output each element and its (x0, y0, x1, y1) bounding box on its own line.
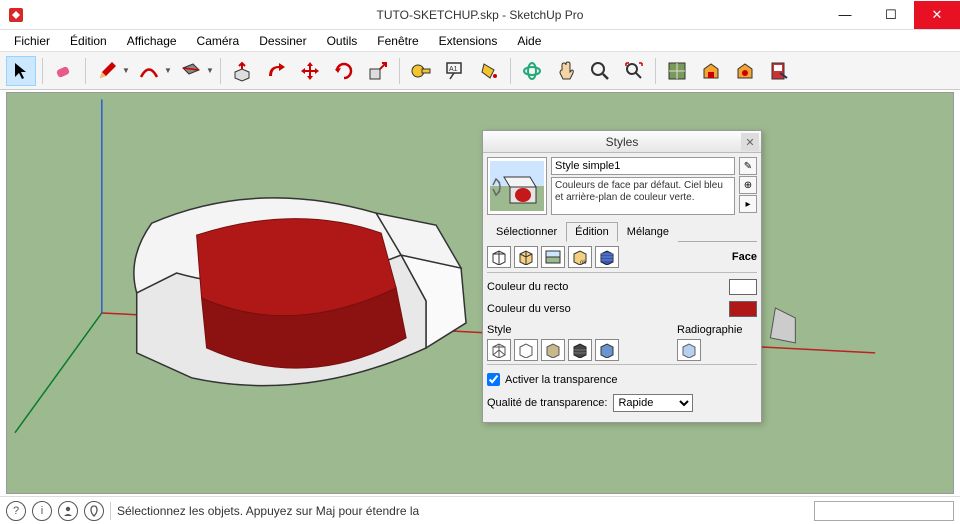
panel-title-text: Styles (606, 135, 639, 149)
menu-dessiner[interactable]: Dessiner (249, 32, 316, 50)
background-settings-button[interactable] (541, 246, 565, 268)
menu-affichage[interactable]: Affichage (117, 32, 187, 50)
eraser-tool[interactable] (49, 56, 79, 86)
back-color-swatch[interactable] (729, 301, 757, 317)
window-controls: — ☐ ✕ (822, 1, 960, 29)
status-bar: ? i Sélectionnez les objets. Appuyez sur… (0, 496, 960, 524)
pencil-dropdown[interactable]: ▼ (122, 57, 130, 85)
style-section-label: Style (487, 324, 673, 336)
menu-bar: Fichier Édition Affichage Caméra Dessine… (0, 30, 960, 52)
tab-melange[interactable]: Mélange (618, 222, 678, 242)
transparency-checkbox[interactable] (487, 373, 500, 386)
modeling-settings-button[interactable] (595, 246, 619, 268)
svg-text:ok: ok (580, 260, 587, 265)
menu-fenetre[interactable]: Fenêtre (367, 32, 428, 50)
toolbar-separator (655, 58, 656, 84)
menu-aide[interactable]: Aide (507, 32, 551, 50)
menu-camera[interactable]: Caméra (187, 32, 250, 50)
face-settings-button[interactable] (514, 246, 538, 268)
geo-icon[interactable] (84, 501, 104, 521)
follow-me-tool[interactable] (261, 56, 291, 86)
3d-viewport[interactable] (6, 92, 954, 494)
arc-dropdown[interactable]: ▼ (164, 57, 172, 85)
minimize-button[interactable]: — (822, 1, 868, 29)
radiography-label: Radiographie (677, 324, 757, 336)
info-icon[interactable]: i (32, 501, 52, 521)
menu-edition[interactable]: Édition (60, 32, 117, 50)
style-description[interactable]: Couleurs de face par défaut. Ciel bleu e… (551, 177, 735, 215)
display-hidden-line-button[interactable] (514, 339, 538, 361)
panel-divider (487, 364, 757, 365)
watermark-settings-button[interactable]: ok (568, 246, 592, 268)
orbit-tool[interactable] (517, 56, 547, 86)
paint-bucket-tool[interactable] (474, 56, 504, 86)
panel-close-button[interactable]: ✕ (741, 133, 759, 151)
style-name-input[interactable] (551, 157, 735, 175)
transparency-check-label: Activer la transparence (505, 374, 618, 386)
front-color-swatch[interactable] (729, 279, 757, 295)
tape-measure-tool[interactable] (406, 56, 436, 86)
panel-tabs: Sélectionner Édition Mélange (487, 221, 757, 242)
display-shaded-textures-button[interactable] (568, 339, 592, 361)
rectangle-dropdown[interactable]: ▼ (206, 57, 214, 85)
title-bar: TUTO-SKETCHUP.skp - SketchUp Pro — ☐ ✕ (0, 0, 960, 30)
user-icon[interactable] (58, 501, 78, 521)
toolbar-separator (85, 58, 86, 84)
quality-label: Qualité de transparence: (487, 397, 607, 409)
tab-edition[interactable]: Édition (566, 222, 618, 242)
move-tool[interactable] (295, 56, 325, 86)
style-update-button[interactable]: ✎ (739, 157, 757, 175)
tab-selectionner[interactable]: Sélectionner (487, 222, 566, 242)
select-tool[interactable] (6, 56, 36, 86)
rotate-tool[interactable] (329, 56, 359, 86)
push-pull-tool[interactable] (227, 56, 257, 86)
svg-text:A1: A1 (449, 66, 458, 73)
panel-body: Couleurs de face par défaut. Ciel bleu e… (483, 153, 761, 422)
toolbar-separator (399, 58, 400, 84)
edge-settings-button[interactable] (487, 246, 511, 268)
help-icon[interactable]: ? (6, 501, 26, 521)
panel-title-bar[interactable]: Styles ✕ (483, 131, 761, 153)
toolbar-separator (42, 58, 43, 84)
close-button[interactable]: ✕ (914, 1, 960, 29)
status-separator (110, 502, 111, 520)
display-monochrome-button[interactable] (595, 339, 619, 361)
arc-tool[interactable] (134, 56, 164, 86)
zoom-tool[interactable] (585, 56, 615, 86)
front-color-label: Couleur du recto (487, 281, 568, 293)
add-location-tool[interactable] (662, 56, 692, 86)
toolbar-separator (220, 58, 221, 84)
measurement-input[interactable] (814, 501, 954, 521)
window-title: TUTO-SKETCHUP.skp - SketchUp Pro (377, 8, 584, 22)
menu-extensions[interactable]: Extensions (429, 32, 508, 50)
3d-scene (7, 93, 953, 493)
pan-tool[interactable] (551, 56, 581, 86)
layout-tool[interactable] (764, 56, 794, 86)
main-toolbar: ▼ ▼ ▼ A1 (0, 52, 960, 90)
styles-panel[interactable]: Styles ✕ Couleurs de face par défaut. Ci… (482, 130, 762, 423)
zoom-extents-tool[interactable] (619, 56, 649, 86)
style-create-button[interactable]: ⊕ (739, 176, 757, 194)
back-color-label: Couleur du verso (487, 303, 571, 315)
panel-divider (487, 272, 757, 273)
text-tool[interactable]: A1 (440, 56, 470, 86)
xray-button[interactable] (677, 339, 701, 361)
quality-select[interactable]: Rapide (613, 394, 693, 412)
display-shaded-button[interactable] (541, 339, 565, 361)
toolbar-separator (510, 58, 511, 84)
status-hint: Sélectionnez les objets. Appuyez sur Maj… (117, 504, 419, 518)
style-thumbnail[interactable] (487, 157, 547, 215)
sketchup-logo-icon (8, 7, 24, 23)
face-section-label: Face (732, 251, 757, 263)
display-wireframe-button[interactable] (487, 339, 511, 361)
scale-tool[interactable] (363, 56, 393, 86)
maximize-button[interactable]: ☐ (868, 1, 914, 29)
style-menu-button[interactable]: ▸ (739, 195, 757, 213)
pencil-tool[interactable] (92, 56, 122, 86)
menu-outils[interactable]: Outils (317, 32, 368, 50)
3d-warehouse-tool[interactable] (696, 56, 726, 86)
rectangle-tool[interactable] (176, 56, 206, 86)
extension-warehouse-tool[interactable] (730, 56, 760, 86)
menu-fichier[interactable]: Fichier (4, 32, 60, 50)
